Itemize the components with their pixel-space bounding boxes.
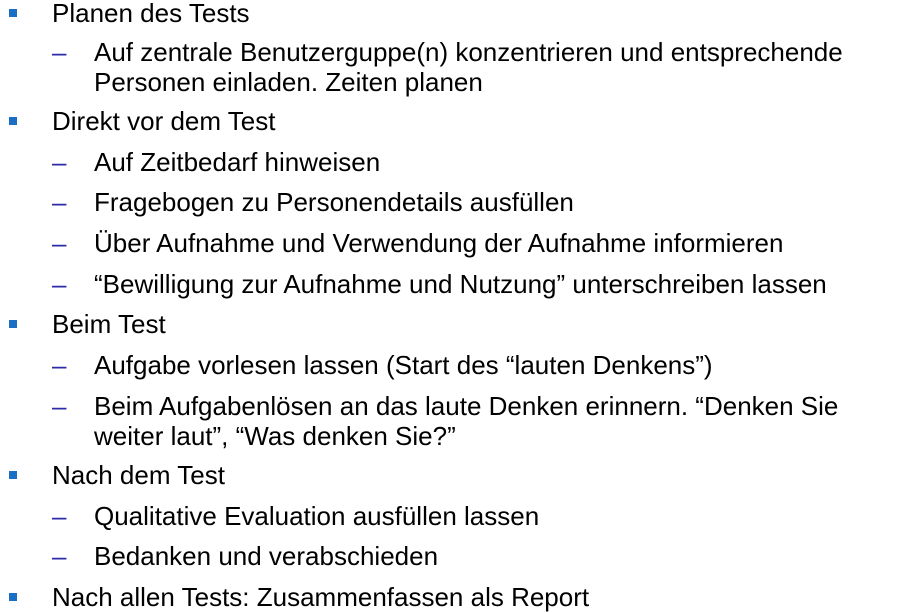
dash-bullet-icon: – xyxy=(52,501,67,531)
section-title: Beim Test xyxy=(52,309,166,339)
list-item-line: weiter laut”, “Was denken Sie?” xyxy=(94,421,456,451)
dash-bullet-icon: – xyxy=(52,147,67,177)
dash-bullet-icon: – xyxy=(52,391,67,421)
square-bullet-icon xyxy=(9,471,17,479)
list-item-line: Bedanken und verabschieden xyxy=(94,541,439,571)
section-title: Planen des Tests xyxy=(52,0,250,28)
square-bullet-icon xyxy=(9,593,17,601)
list-item-line: Personen einladen. Zeiten planen xyxy=(94,67,483,97)
list-item-line: Fragebogen zu Personendetails ausfüllen xyxy=(94,187,574,217)
list-item-line: Beim Aufgabenlösen an das laute Denken e… xyxy=(94,391,839,421)
list-item-line: Qualitative Evaluation ausfüllen lassen xyxy=(94,501,540,531)
square-bullet-icon xyxy=(9,9,17,17)
list-item-line: Auf zentrale Benutzerguppe(n) konzentrie… xyxy=(94,37,843,67)
dash-bullet-icon: – xyxy=(52,541,67,571)
dash-bullet-icon: – xyxy=(52,228,67,258)
list-item-line: Auf Zeitbedarf hinweisen xyxy=(94,147,381,177)
square-bullet-icon xyxy=(9,117,17,125)
dash-bullet-icon: – xyxy=(52,350,67,380)
dash-bullet-icon: – xyxy=(52,37,67,67)
dash-bullet-icon: – xyxy=(52,187,67,217)
section-title: Nach allen Tests: Zusammenfassen als Rep… xyxy=(52,582,590,612)
section-title: Direkt vor dem Test xyxy=(52,106,276,136)
list-item-line: Über Aufnahme und Verwendung der Aufnahm… xyxy=(94,228,784,258)
list-item-line: Aufgabe vorlesen lassen (Start des “laut… xyxy=(94,350,713,380)
section-title: Nach dem Test xyxy=(52,460,225,490)
list-item-line: “Bewilligung zur Aufnahme und Nutzung” u… xyxy=(94,269,827,299)
dash-bullet-icon: – xyxy=(52,269,67,299)
square-bullet-icon xyxy=(9,320,17,328)
